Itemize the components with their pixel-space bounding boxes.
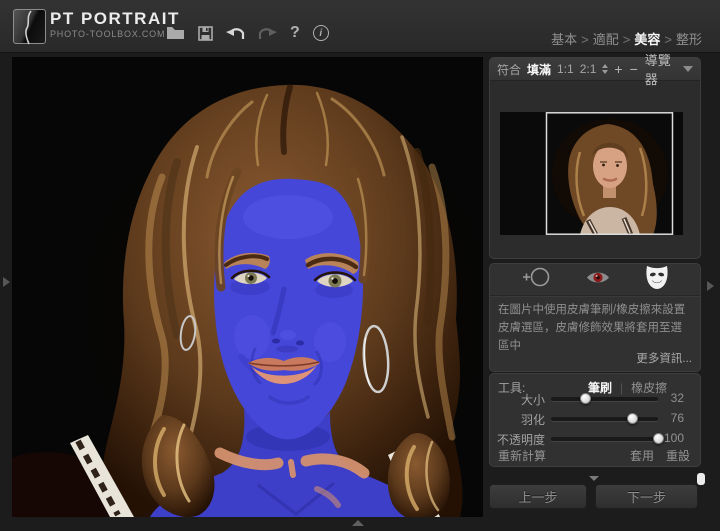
size-slider-row: 大小 32	[490, 390, 700, 406]
floppy-disk-icon	[198, 26, 213, 41]
bottom-panel-expand-handle[interactable]	[352, 520, 364, 526]
size-slider-label: 大小	[490, 391, 545, 408]
zoom-fill-button[interactable]: 填滿	[527, 61, 551, 78]
feather-slider-thumb[interactable]	[627, 413, 638, 424]
size-slider-value: 32	[660, 391, 684, 405]
panel-collapse-caret-icon[interactable]	[589, 476, 599, 481]
breadcrumb-step-fit[interactable]: 適配	[593, 32, 619, 47]
left-panel-expand-handle[interactable]	[3, 277, 10, 287]
undo-button[interactable]	[226, 27, 245, 40]
zoom-in-button[interactable]: +	[614, 61, 622, 77]
zoom-bar: 符合 填滿 1:1 2:1 + − 導覽器	[490, 58, 700, 81]
undo-arrow-icon	[226, 27, 245, 40]
zoom-2to1-button[interactable]: 2:1	[580, 62, 597, 76]
mask-controls-section: 在圖片中使用皮膚筆刷/橡皮擦來設置皮膚選區，皮膚修飾效果將套用至選區中 更多資訊…	[489, 263, 701, 372]
breadcrumb-separator: >	[664, 32, 672, 47]
size-slider[interactable]	[551, 397, 658, 401]
feather-slider-row: 羽化 76	[490, 410, 700, 426]
help-button[interactable]: ?	[290, 24, 300, 42]
breadcrumb-step-basic[interactable]: 基本	[551, 32, 577, 47]
info-button[interactable]: i	[313, 25, 329, 41]
panel-scrollbar-thumb[interactable]	[697, 473, 705, 485]
breadcrumb-step-beauty[interactable]: 美容	[634, 32, 660, 47]
navigator-thumbnail[interactable]	[500, 112, 683, 235]
info-icon: i	[313, 25, 329, 41]
navigator-preview-image	[500, 112, 683, 235]
breadcrumb-step-reshape[interactable]: 整形	[676, 32, 702, 47]
zoom-1to1-button[interactable]: 1:1	[557, 62, 574, 76]
preview-toggle-button[interactable]	[585, 270, 611, 290]
breadcrumb-separator: >	[581, 32, 589, 47]
selection-circle-button[interactable]	[521, 266, 551, 293]
next-step-button[interactable]: 下一步	[595, 484, 698, 509]
folder-icon	[166, 26, 185, 40]
apply-button[interactable]: 套用	[630, 447, 654, 464]
portrait-with-skin-mask	[12, 57, 483, 517]
breadcrumb-separator: >	[623, 32, 631, 47]
app-window: PT PORTRAIT PHOTO-TOOLBOX.COM	[0, 0, 720, 531]
opacity-slider-row: 不透明度 100	[490, 430, 700, 446]
opacity-slider[interactable]	[551, 437, 658, 441]
save-button[interactable]	[198, 26, 213, 41]
feather-slider-value: 76	[660, 411, 684, 425]
mask-view-button[interactable]	[645, 264, 669, 295]
redo-arrow-icon	[258, 27, 277, 40]
zoom-out-button[interactable]: −	[630, 61, 638, 77]
brush-settings-section: 工具: 筆刷 | 橡皮擦 大小 32 羽化 76 不透明度 100	[489, 373, 701, 467]
theater-mask-icon	[645, 264, 669, 290]
reset-button[interactable]: 重設	[666, 447, 690, 464]
previous-step-button[interactable]: 上一步	[489, 484, 587, 509]
app-logo	[13, 9, 46, 44]
app-subtitle: PHOTO-TOOLBOX.COM	[50, 29, 180, 39]
tool-description-area: 在圖片中使用皮膚筆刷/橡皮擦來設置皮膚選區，皮膚修飾效果將套用至選區中 更多資訊…	[490, 296, 700, 371]
app-title-block: PT PORTRAIT PHOTO-TOOLBOX.COM	[50, 9, 180, 39]
recompute-button[interactable]: 重新計算	[498, 447, 546, 464]
right-panel-collapse-handle[interactable]	[707, 281, 714, 291]
right-panel: 符合 填滿 1:1 2:1 + − 導覽器	[489, 57, 701, 531]
app-title: PT PORTRAIT	[50, 9, 180, 29]
toolbar: ? i	[166, 22, 329, 44]
top-bar: PT PORTRAIT PHOTO-TOOLBOX.COM	[0, 0, 720, 53]
redo-button[interactable]	[258, 27, 277, 40]
more-info-link[interactable]: 更多資訊...	[636, 350, 692, 366]
face-profile-icon	[14, 10, 47, 45]
zoom-stepper-icon[interactable]	[602, 64, 608, 74]
circle-plus-icon	[521, 266, 551, 288]
feather-slider[interactable]	[551, 417, 658, 421]
opacity-slider-label: 不透明度	[490, 431, 545, 448]
open-file-button[interactable]	[166, 26, 185, 40]
navigator-section: 符合 填滿 1:1 2:1 + − 導覽器	[489, 57, 701, 259]
mask-tool-icons-row	[490, 264, 700, 296]
mask-actions-row: 重新計算 套用 重設	[490, 447, 700, 462]
size-slider-thumb[interactable]	[580, 393, 591, 404]
tool-description: 在圖片中使用皮膚筆刷/橡皮擦來設置皮膚選區，皮膚修飾效果將套用至選區中	[498, 302, 692, 355]
feather-slider-label: 羽化	[490, 411, 545, 428]
navigator-collapse-caret-icon[interactable]	[683, 66, 693, 72]
opacity-slider-value: 100	[660, 431, 684, 445]
breadcrumb: 基本>適配>美容>整形	[551, 29, 702, 48]
eye-icon	[585, 270, 611, 285]
navigator-label[interactable]: 導覽器	[645, 50, 677, 88]
zoom-fit-button[interactable]: 符合	[497, 61, 521, 78]
image-canvas[interactable]	[12, 57, 483, 517]
